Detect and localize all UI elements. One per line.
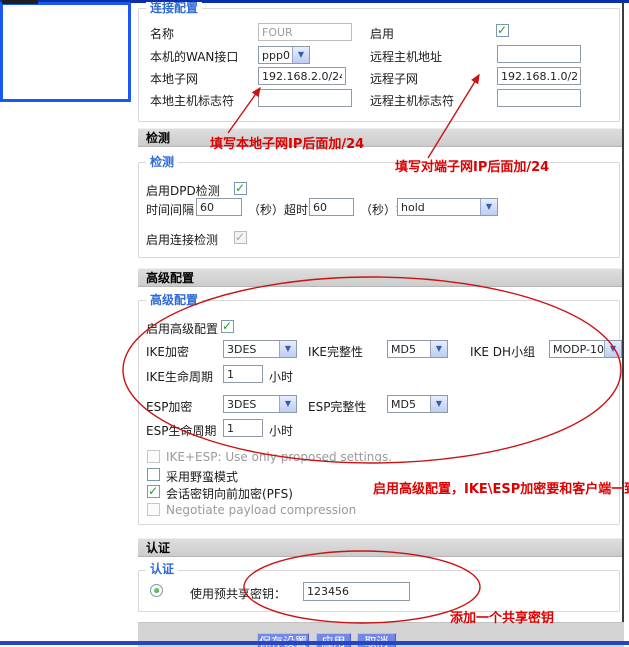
local-subnet-input[interactable] bbox=[258, 67, 346, 85]
chevron-down-icon[interactable]: ▼ bbox=[480, 199, 497, 215]
psk-label: 使用预共享密钥： bbox=[190, 585, 286, 602]
psk-input[interactable] bbox=[303, 582, 410, 601]
right-frame-line bbox=[622, 2, 624, 641]
remote-id-label: 远程主机标志符 bbox=[370, 92, 454, 109]
dpd-checkbox[interactable] bbox=[234, 182, 247, 195]
connection-check-label: 启用连接检测 bbox=[146, 231, 218, 248]
esp-lifetime-input[interactable] bbox=[223, 419, 263, 437]
connection-check-checkbox bbox=[234, 231, 247, 244]
ike-lifetime-input[interactable] bbox=[223, 365, 263, 383]
bottom-frame-line bbox=[0, 641, 629, 645]
chevron-down-icon[interactable]: ▼ bbox=[430, 341, 447, 357]
remote-host-input[interactable] bbox=[497, 45, 581, 63]
aggressive-mode-label: 采用野蛮模式 bbox=[166, 468, 238, 485]
auth-section-header: 认证 bbox=[138, 538, 622, 557]
esp-encryption-label: ESP加密 bbox=[146, 398, 192, 415]
name-input[interactable] bbox=[258, 23, 352, 41]
highlight-box bbox=[0, 2, 131, 102]
ike-esp-proposed-checkbox bbox=[147, 450, 160, 463]
ike-encryption-value: 3DES bbox=[227, 343, 256, 356]
ike-dh-group-select[interactable]: MODP-1024 ▼ bbox=[549, 340, 622, 358]
name-label: 名称 bbox=[150, 25, 174, 42]
remote-subnet-input[interactable] bbox=[497, 67, 581, 85]
ike-integrity-select[interactable]: MD5 ▼ bbox=[387, 340, 448, 358]
chevron-down-icon[interactable]: ▼ bbox=[430, 396, 447, 412]
esp-integrity-value: MD5 bbox=[391, 398, 416, 411]
chevron-down-icon[interactable]: ▼ bbox=[292, 47, 309, 63]
advanced-legend: 高级配置 bbox=[146, 294, 202, 306]
timeout-input[interactable] bbox=[309, 198, 354, 216]
chevron-down-icon[interactable]: ▼ bbox=[279, 341, 296, 357]
ike-encryption-select[interactable]: 3DES ▼ bbox=[223, 340, 297, 358]
remote-subnet-label: 远程子网 bbox=[370, 70, 418, 87]
local-id-label: 本地主机标志符 bbox=[150, 92, 234, 109]
chevron-down-icon[interactable]: ▼ bbox=[279, 396, 296, 412]
ike-integrity-label: IKE完整性 bbox=[308, 343, 363, 360]
esp-lifetime-label: ESP生命周期 bbox=[146, 422, 216, 439]
enable-checkbox[interactable] bbox=[496, 24, 509, 37]
dpd-label: 启用DPD检测 bbox=[146, 182, 220, 199]
wan-interface-select[interactable]: ppp0 ▼ bbox=[258, 46, 310, 64]
payload-compression-checkbox bbox=[147, 503, 160, 516]
auth-legend: 认证 bbox=[146, 563, 178, 575]
pfs-label: 会话密钥向前加密(PFS) bbox=[166, 485, 293, 502]
advanced-annotation: 启用高级配置，IKE\ESP加密要和客户端一致 bbox=[373, 478, 629, 497]
connection-legend: 连接配置 bbox=[146, 2, 202, 14]
ike-esp-proposed-label: IKE+ESP: Use only proposed settings. bbox=[166, 450, 392, 464]
wan-interface-value: ppp0 bbox=[262, 49, 290, 62]
ike-lifetime-unit: 小时 bbox=[269, 368, 293, 385]
ike-lifetime-label: IKE生命周期 bbox=[146, 368, 213, 385]
esp-encryption-value: 3DES bbox=[227, 398, 256, 411]
esp-encryption-select[interactable]: 3DES ▼ bbox=[223, 395, 297, 413]
dpd-action-value: hold bbox=[401, 201, 425, 214]
payload-compression-label: Negotiate payload compression bbox=[166, 503, 356, 517]
ike-dh-group-label: IKE DH小组 bbox=[470, 343, 535, 360]
interval-input[interactable] bbox=[196, 198, 242, 216]
chevron-down-icon[interactable]: ▼ bbox=[604, 341, 621, 357]
psk-radio[interactable] bbox=[150, 584, 163, 597]
wan-interface-label: 本机的WAN接口 bbox=[150, 48, 238, 65]
advanced-enable-checkbox[interactable] bbox=[221, 320, 234, 333]
esp-lifetime-unit: 小时 bbox=[269, 422, 293, 439]
remote-subnet-annotation: 填写对端子网IP后面加/24 bbox=[395, 156, 549, 175]
local-subnet-label: 本地子网 bbox=[150, 70, 198, 87]
interval-label: 时间间隔 bbox=[146, 201, 194, 218]
local-id-input[interactable] bbox=[258, 89, 352, 107]
enable-label: 启用 bbox=[370, 25, 394, 42]
remote-host-label: 远程主机地址 bbox=[370, 48, 442, 65]
esp-integrity-select[interactable]: MD5 ▼ bbox=[387, 395, 448, 413]
aggressive-mode-checkbox[interactable] bbox=[147, 468, 160, 481]
remote-id-input[interactable] bbox=[497, 89, 581, 107]
vpn-config-page: 连接配置 名称 启用 本机的WAN接口 ppp0 ▼ 远程主机地址 本地子网 远… bbox=[0, 0, 629, 647]
ike-encryption-label: IKE加密 bbox=[146, 343, 189, 360]
psk-annotation: 添加一个共享密钥 bbox=[450, 607, 554, 626]
advanced-enable-label: 启用高级配置 bbox=[146, 320, 218, 337]
esp-integrity-label: ESP完整性 bbox=[308, 398, 366, 415]
dpd-action-select[interactable]: hold ▼ bbox=[397, 198, 498, 216]
ike-integrity-value: MD5 bbox=[391, 343, 416, 356]
local-subnet-annotation: 填写本地子网IP后面加/24 bbox=[210, 133, 364, 152]
cropped-text-fragment bbox=[2, 0, 38, 4]
advanced-section-header: 高级配置 bbox=[138, 268, 622, 287]
detection-legend: 检测 bbox=[146, 156, 178, 168]
pfs-checkbox[interactable] bbox=[147, 485, 160, 498]
